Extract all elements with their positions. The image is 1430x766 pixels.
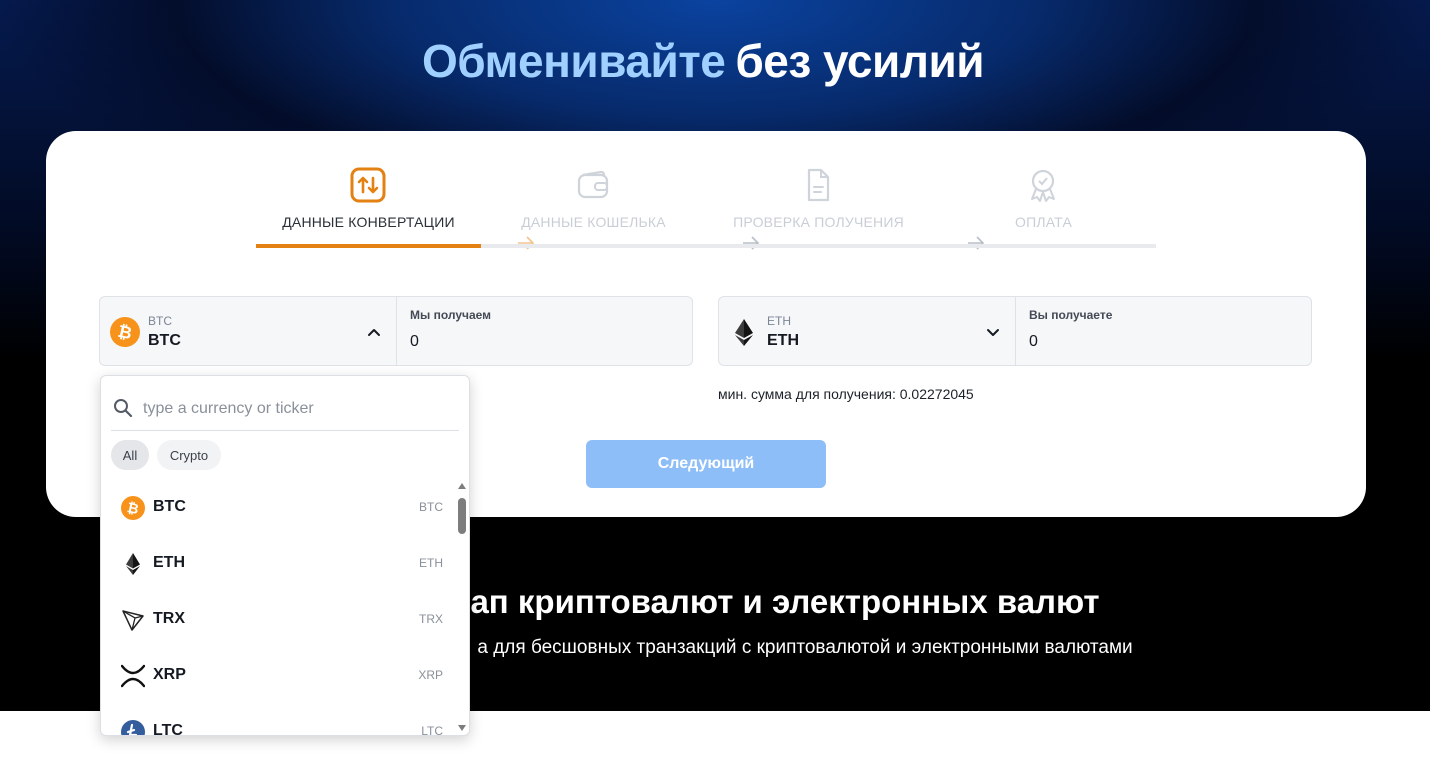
filter-crypto[interactable]: Crypto — [157, 440, 221, 470]
next-button[interactable]: Следующий — [586, 440, 826, 488]
receive-currency-row: ETH ETH Вы получаете — [718, 296, 1312, 366]
step-label: ОПЛАТА — [1014, 214, 1072, 230]
scrollbar-thumb[interactable] — [458, 498, 466, 534]
step-label: ПРОВЕРКА ПОЛУЧЕНИЯ — [733, 214, 904, 230]
send-amount-label: Мы получаем — [410, 308, 492, 322]
progress-fill — [256, 244, 481, 248]
list-item[interactable]: LTC LTC — [101, 704, 457, 736]
scroll-down-icon[interactable] — [457, 724, 467, 732]
list-item[interactable]: ETH ETH — [101, 536, 457, 592]
currency-list: ₿ BTC BTC ETH ETH TRX TRX XRP XRP LTC LT… — [101, 480, 457, 736]
receive-currency-select[interactable]: ETH ETH — [719, 297, 1016, 365]
litecoin-icon — [121, 720, 145, 735]
exchange-icon — [350, 167, 386, 203]
currency-ticker: LTC — [421, 724, 443, 736]
receive-ticker-label: ETH — [767, 314, 791, 328]
send-ticker: BTC — [148, 332, 181, 349]
step-label: ДАННЫЕ КОНВЕРТАЦИИ — [282, 214, 455, 230]
bitcoin-icon: ₿ — [121, 496, 145, 520]
award-icon — [1031, 169, 1055, 202]
page-title: Обменивайте без усилий — [0, 34, 1406, 88]
receive-amount-input[interactable] — [1029, 331, 1299, 353]
send-amount-input[interactable] — [410, 331, 680, 353]
currency-ticker: TRX — [419, 612, 443, 626]
arrow-right-icon — [743, 236, 760, 250]
currency-search — [111, 390, 459, 431]
document-icon — [807, 168, 830, 202]
bitcoin-icon: ₿ — [110, 317, 140, 347]
arrow-right-icon — [968, 236, 985, 250]
currency-dropdown: All Crypto ₿ BTC BTC ETH ETH — [100, 375, 470, 736]
filter-all[interactable]: All — [111, 440, 149, 470]
send-ticker-label: BTC — [148, 314, 172, 328]
currency-ticker: XRP — [418, 668, 443, 682]
progress-track — [256, 244, 1156, 248]
currency-ticker: BTC — [419, 500, 443, 514]
scroll-up-icon[interactable] — [457, 482, 467, 490]
title-rest: без усилий — [735, 35, 985, 87]
currency-name: ETH — [153, 554, 185, 571]
xrp-icon — [121, 664, 145, 688]
stepper: ДАННЫЕ КОНВЕРТАЦИИ ДАННЫЕ КОШЕЛЬКА ПРОВЕ… — [256, 167, 1156, 250]
chevron-up-icon — [368, 329, 380, 336]
ethereum-icon — [735, 319, 753, 346]
list-item[interactable]: TRX TRX — [101, 592, 457, 648]
arrow-right-icon — [518, 236, 535, 250]
currency-search-input[interactable] — [141, 396, 455, 422]
title-accent: Обменивайте — [421, 35, 726, 87]
step-label: ДАННЫЕ КОШЕЛЬКА — [521, 214, 666, 230]
send-currency-row: ₿ BTC BTC Мы получаем — [99, 296, 693, 366]
min-amount-note: мин. сумма для получения: 0.02272045 — [718, 386, 974, 402]
ethereum-icon — [126, 553, 140, 575]
list-item[interactable]: ₿ BTC BTC — [101, 480, 457, 536]
receive-ticker: ETH — [767, 332, 799, 349]
scrollbar[interactable] — [457, 480, 469, 735]
send-currency-select[interactable]: ₿ BTC BTC — [100, 297, 397, 365]
currency-name: XRP — [153, 666, 186, 683]
tron-icon — [122, 610, 144, 631]
chevron-down-icon — [987, 329, 999, 336]
wallet-icon — [577, 170, 609, 199]
currency-name: LTC — [153, 722, 183, 736]
list-item[interactable]: XRP XRP — [101, 648, 457, 704]
receive-amount-label: Вы получаете — [1029, 308, 1113, 322]
search-icon — [114, 399, 133, 418]
currency-name: TRX — [153, 610, 185, 627]
currency-ticker: ETH — [419, 556, 443, 570]
currency-name: BTC — [153, 498, 186, 515]
